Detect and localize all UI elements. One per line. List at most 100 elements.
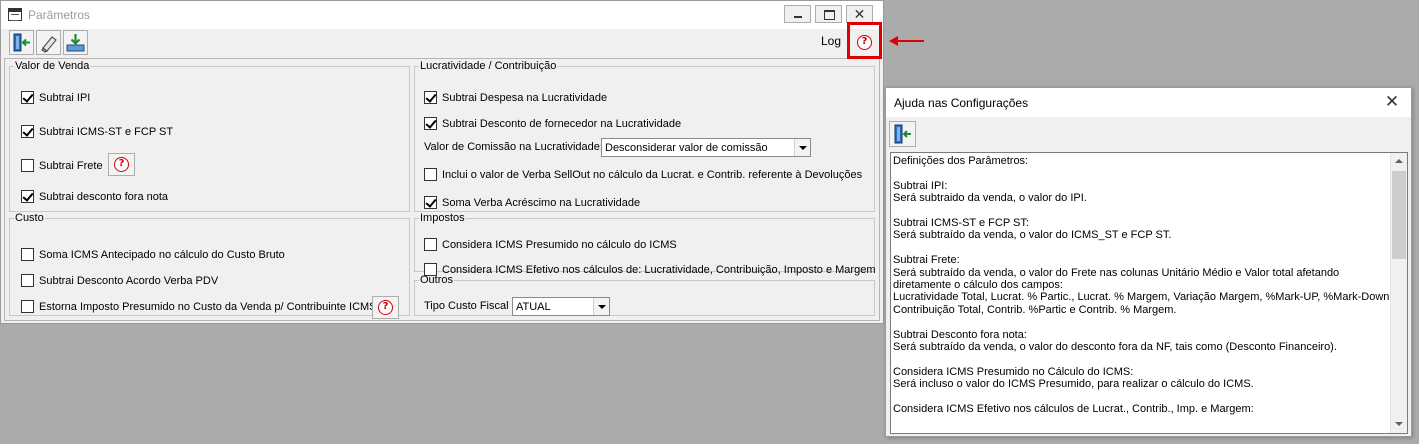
help-title-bar[interactable]: Ajuda nas Configurações ✕ — [886, 88, 1411, 117]
help-text-line: Subtrai Frete: — [893, 254, 960, 267]
help-text-line: Subtrai IPI: — [893, 179, 948, 192]
option-label: Subtrai desconto fora nota — [39, 190, 169, 203]
download-tray-icon — [66, 34, 85, 52]
group-legend: Lucratividade / Contribuição — [420, 60, 557, 72]
checkbox[interactable] — [21, 159, 34, 172]
option-label: Considera ICMS Efetivo nos cálculos de: … — [442, 263, 876, 276]
window-title: Parâmetros — [28, 8, 91, 22]
option-subtrai-despesa[interactable]: Subtrai Despesa na Lucratividade — [424, 91, 607, 104]
help-text-line — [893, 205, 1388, 217]
help-exit-button[interactable] — [889, 121, 916, 147]
comissao-label: Valor de Comissão na Lucratividade: — [424, 141, 603, 153]
option-label: Estorna Imposto Presumido no Custo da Ve… — [39, 300, 377, 313]
checkbox[interactable] — [21, 274, 34, 287]
group-outros: Outros Tipo Custo Fiscal ATUAL — [414, 275, 875, 316]
help-text-line: Será incluso o valor do ICMS Presumido, … — [893, 378, 1254, 391]
checkbox[interactable] — [21, 125, 34, 138]
help-text-line: Considera ICMS Efetivo nos cálculos de L… — [893, 403, 1254, 416]
help-text-line: Será subtraido da venda, o valor do IPI. — [893, 192, 1087, 205]
option-label: Considera ICMS Presumido no cálculo do I… — [442, 238, 677, 251]
help-text-line — [893, 242, 1388, 254]
checkbox[interactable] — [21, 190, 34, 203]
chevron-down-icon[interactable] — [593, 298, 609, 315]
eraser-button[interactable] — [36, 30, 61, 55]
comissao-select[interactable]: Desconsiderar valor de comissão — [601, 138, 811, 157]
option-subtrai-icms-st[interactable]: Subtrai ICMS-ST e FCP ST — [21, 125, 173, 138]
option-subtrai-desconto[interactable]: Subtrai desconto fora nota — [21, 190, 168, 203]
checkbox[interactable] — [21, 248, 34, 261]
group-legend: Outros — [420, 274, 454, 286]
vertical-scrollbar[interactable] — [1390, 153, 1407, 433]
tipo-custo-label: Tipo Custo Fiscal — [424, 300, 509, 312]
help-highlight-box — [847, 22, 882, 59]
option-label: Subtrai Desconto de fornecedor na Lucrat… — [442, 117, 682, 130]
help-close-button[interactable]: ✕ — [1381, 92, 1403, 112]
help-text-line: Será subtraído da venda, o valor do ICMS… — [893, 229, 1172, 242]
option-label: Subtrai Frete — [39, 159, 103, 172]
exit-button[interactable] — [9, 30, 34, 55]
help-text-line — [893, 353, 1388, 365]
annotation-arrow — [896, 40, 924, 42]
tipo-custo-value: ATUAL — [516, 300, 551, 313]
help-text-line: diretamente o cálculo dos campos: — [893, 279, 1063, 292]
help-text-line: Subtrai ICMS-ST e FCP ST: — [893, 217, 1029, 229]
scroll-thumb[interactable] — [1392, 171, 1406, 259]
comissao-value: Desconsiderar valor de comissão — [605, 141, 768, 154]
help-text-line: Será subtraído da venda, o valor do Fret… — [893, 266, 1340, 279]
maximize-button[interactable] — [815, 5, 842, 23]
option-soma-icms-antecipado[interactable]: Soma ICMS Antecipado no cálculo do Custo… — [21, 248, 285, 261]
option-subtrai-desconto-fornecedor[interactable]: Subtrai Desconto de fornecedor na Lucrat… — [424, 117, 681, 130]
option-subtrai-desconto-acordo[interactable]: Subtrai Desconto Acordo Verba PDV — [21, 274, 218, 287]
checkbox[interactable] — [424, 91, 437, 104]
help-text: Definições dos Parâmetros: Subtrai IPI: Se… — [893, 155, 1393, 416]
exit-door-icon — [13, 33, 30, 52]
help-text-area[interactable]: Definições dos Parâmetros: Subtrai IPI: Se… — [890, 152, 1408, 434]
option-subtrai-ipi[interactable]: Subtrai IPI — [21, 91, 90, 104]
option-label: Subtrai IPI — [39, 91, 91, 104]
help-text-line: Contribuição Total, Contrib. %Partic e C… — [893, 303, 1177, 316]
help-icon: ? — [114, 157, 129, 172]
option-icms-presumido[interactable]: Considera ICMS Presumido no cálculo do I… — [424, 238, 677, 251]
option-soma-verba-acrescimo[interactable]: Soma Verba Acréscimo na Lucratividade — [424, 196, 640, 209]
scroll-down-icon[interactable] — [1391, 416, 1407, 433]
help-text-line: Lucratividade Total, Lucrat. % Partic., … — [893, 291, 1393, 304]
help-text-line: Será subtraído da venda, o valor do desc… — [893, 341, 1337, 354]
download-button[interactable] — [63, 30, 88, 55]
group-impostos: Impostos Considera ICMS Presumido no cál… — [414, 212, 876, 276]
option-verba-sellout[interactable]: Inclui o valor de Verba SellOut no cálcu… — [424, 168, 862, 181]
help-window: Ajuda nas Configurações ✕ Definições dos… — [885, 87, 1412, 437]
group-legend: Impostos — [420, 212, 465, 224]
checkbox[interactable] — [424, 196, 437, 209]
scroll-up-icon[interactable] — [1391, 153, 1407, 170]
group-lucratividade: Lucratividade / Contribuição Subtrai Des… — [414, 61, 875, 212]
help-text-line — [893, 316, 1388, 328]
group-valor-de-venda: Valor de Venda Subtrai IPI Subtrai ICMS-… — [9, 61, 410, 212]
tipo-custo-select[interactable]: ATUAL — [512, 297, 610, 316]
checkbox[interactable] — [21, 300, 34, 313]
group-legend: Custo — [15, 212, 44, 224]
checkbox[interactable] — [424, 117, 437, 130]
chevron-down-icon[interactable] — [794, 139, 810, 156]
toolbar: Log ? — [1, 29, 883, 57]
option-estorna-imposto[interactable]: Estorna Imposto Presumido no Custo da Ve… — [21, 300, 377, 313]
parametros-window: Parâmetros ✕ Log ? Valor de Venda Subtra… — [0, 0, 884, 324]
checkbox[interactable] — [424, 168, 437, 181]
option-subtrai-frete[interactable]: Subtrai Frete — [21, 159, 103, 172]
help-text-line — [893, 391, 1388, 403]
minimize-button[interactable] — [784, 5, 811, 23]
log-button[interactable]: Log — [821, 34, 841, 48]
option-label: Subtrai Despesa na Lucratividade — [442, 91, 608, 104]
help-text-line — [893, 167, 1388, 179]
help-text-line: Subtrai Desconto fora nota: — [893, 328, 1027, 341]
estorna-help-button[interactable]: ? — [372, 296, 399, 319]
group-custo: Custo Soma ICMS Antecipado no cálculo do… — [9, 212, 410, 319]
exit-door-icon — [894, 124, 911, 144]
checkbox[interactable] — [424, 238, 437, 251]
title-bar[interactable]: Parâmetros ✕ — [1, 1, 883, 29]
help-icon: ? — [378, 300, 393, 315]
checkbox[interactable] — [21, 91, 34, 104]
close-button[interactable]: ✕ — [846, 5, 873, 23]
frete-help-button[interactable]: ? — [108, 153, 135, 176]
help-text-line: Definições dos Parâmetros: — [893, 155, 1029, 167]
parameters-panel: Valor de Venda Subtrai IPI Subtrai ICMS-… — [4, 58, 880, 321]
